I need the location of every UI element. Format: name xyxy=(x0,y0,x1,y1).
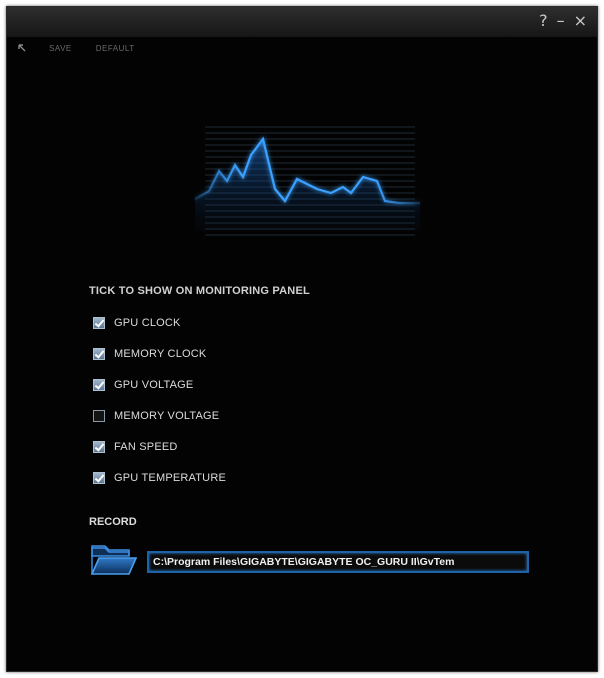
checkbox-row-gpu-clock[interactable]: GPU CLOCK xyxy=(93,315,226,330)
checkbox-row-memory-clock[interactable]: MEMORY CLOCK xyxy=(93,346,226,361)
gpu-temperature-label: GPU TEMPERATURE xyxy=(114,471,226,484)
checkbox-row-gpu-temperature[interactable]: GPU TEMPERATURE xyxy=(93,470,226,485)
minimize-button[interactable]: – xyxy=(557,12,565,30)
fan-speed-label: FAN SPEED xyxy=(114,440,178,453)
save-button[interactable]: SAVE xyxy=(49,44,72,53)
fan-speed-checkbox[interactable] xyxy=(93,440,105,453)
default-button[interactable]: DEFAULT xyxy=(96,44,135,53)
checkbox-row-memory-voltage[interactable]: MEMORY VOLTAGE xyxy=(93,408,226,423)
record-path-field[interactable]: C:\Program Files\GIGABYTE\GIGABYTE OC_GU… xyxy=(147,551,529,573)
gpu-temperature-checkbox[interactable] xyxy=(93,471,105,484)
checkbox-row-fan-speed[interactable]: FAN SPEED xyxy=(93,439,226,454)
record-label: RECORD xyxy=(89,516,137,528)
toolbar: SAVE DEFAULT xyxy=(7,37,597,59)
gpu-clock-label: GPU CLOCK xyxy=(114,316,181,329)
help-button[interactable]: ? xyxy=(539,12,548,30)
checkbox-row-gpu-voltage[interactable]: GPU VOLTAGE xyxy=(93,377,226,392)
window-controls: ? – × xyxy=(539,12,587,30)
folder-icon[interactable] xyxy=(89,540,139,578)
app-window: ? – × SAVE DEFAULT TICK TO SHOW ON MONIT… xyxy=(6,6,598,672)
gpu-clock-checkbox[interactable] xyxy=(93,316,105,329)
memory-voltage-checkbox[interactable] xyxy=(93,409,105,422)
monitor-graph-icon xyxy=(194,126,420,236)
memory-voltage-label: MEMORY VOLTAGE xyxy=(114,409,220,422)
gpu-voltage-label: GPU VOLTAGE xyxy=(114,378,194,391)
close-button[interactable]: × xyxy=(574,12,587,30)
title-bar: ? – × xyxy=(7,7,597,37)
gpu-voltage-checkbox[interactable] xyxy=(93,378,105,391)
memory-clock-checkbox[interactable] xyxy=(93,347,105,360)
memory-clock-label: MEMORY CLOCK xyxy=(114,347,207,360)
monitoring-checklist: GPU CLOCK MEMORY CLOCK GPU VOLTAGE MEMOR… xyxy=(93,315,226,501)
monitoring-panel-title: TICK TO SHOW ON MONITORING PANEL xyxy=(89,285,310,297)
back-arrow-icon[interactable] xyxy=(17,43,27,53)
